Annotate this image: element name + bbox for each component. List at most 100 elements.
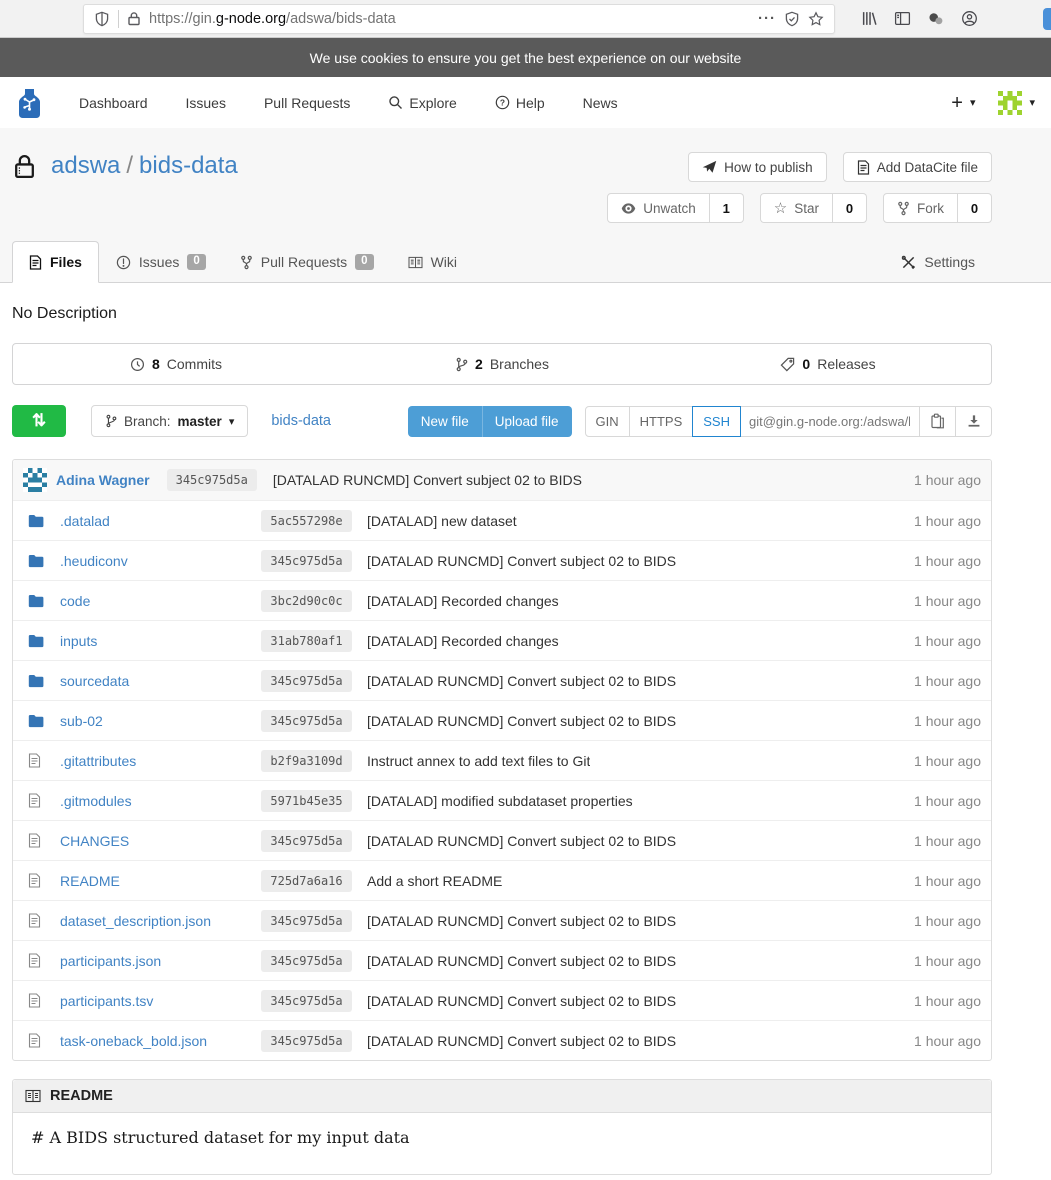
file-row: .gitattributes b2f9a3109d Instruct annex… [13,740,991,780]
file-commit-hash-badge[interactable]: 725d7a6a16 [261,870,351,892]
file-name-link[interactable]: code [60,593,258,609]
file-name-link[interactable]: participants.json [60,953,258,969]
file-commit-message[interactable]: Add a short README [367,873,502,889]
file-commit-hash-badge[interactable]: 3bc2d90c0c [261,590,351,612]
branches-stat[interactable]: 2Branches [339,356,665,372]
copy-clone-url-button[interactable] [919,406,956,437]
tab-issues[interactable]: Issues 0 [99,241,223,283]
file-commit-hash-badge[interactable]: 31ab780af1 [261,630,351,652]
fork-count[interactable]: 0 [958,193,992,223]
unwatch-button[interactable]: Unwatch [607,193,710,223]
file-commit-hash-badge[interactable]: 345c975d5a [261,990,351,1012]
commit-message[interactable]: [DATALAD RUNCMD] Convert subject 02 to B… [273,472,582,488]
file-commit-message[interactable]: [DATALAD] modified subdataset properties [367,793,633,809]
file-commit-hash-badge[interactable]: 345c975d5a [261,710,351,732]
repo-name-link[interactable]: bids-data [139,152,238,179]
download-button[interactable] [955,406,992,437]
tab-wiki[interactable]: Wiki [391,241,474,283]
file-commit-message[interactable]: [DATALAD] new dataset [367,513,517,529]
file-commit-hash-badge[interactable]: 5971b45e35 [261,790,351,812]
protocol-ssh-button[interactable]: SSH [692,406,741,437]
user-avatar[interactable] [998,91,1022,115]
new-file-button[interactable]: New file [408,406,482,437]
lock-icon[interactable] [127,11,141,26]
file-name-link[interactable]: CHANGES [60,833,258,849]
file-name-link[interactable]: .gitattributes [60,753,258,769]
file-commit-hash-badge[interactable]: 345c975d5a [261,910,351,932]
file-commit-message[interactable]: [DATALAD] Recorded changes [367,593,559,609]
extension-spheres-icon[interactable] [927,10,945,28]
file-name-link[interactable]: .datalad [60,513,258,529]
file-commit-message[interactable]: [DATALAD] Recorded changes [367,633,559,649]
page-actions-icon[interactable]: ··· [758,10,776,27]
commit-author-link[interactable]: Adina Wagner [56,472,150,488]
nav-item-help[interactable]: ? Help [495,95,545,111]
nav-item-dashboard[interactable]: Dashboard [79,95,148,111]
fork-button[interactable]: Fork [883,193,958,223]
history-icon [130,357,145,372]
star-button[interactable]: ☆ Star [760,193,833,223]
url-bar[interactable]: https://gin.g-node.org/adswa/bids-data ·… [83,4,835,34]
protocol-https-button[interactable]: HTTPS [629,406,694,437]
file-commit-hash-badge[interactable]: 345c975d5a [261,550,351,572]
compare-button[interactable]: ⇅ [12,405,66,437]
file-commit-hash-badge[interactable]: b2f9a3109d [261,750,351,772]
file-commit-hash-badge[interactable]: 5ac557298e [261,510,351,532]
file-commit-message[interactable]: Instruct annex to add text files to Git [367,753,590,769]
tab-files[interactable]: Files [12,241,99,283]
commit-hash-badge[interactable]: 345c975d5a [167,469,257,491]
tab-pull-requests[interactable]: Pull Requests 0 [223,241,391,283]
user-menu-caret-icon[interactable]: ▾ [1029,96,1035,109]
file-commit-message[interactable]: [DATALAD RUNCMD] Convert subject 02 to B… [367,553,676,569]
protocol-gin-button[interactable]: GIN [585,406,630,437]
file-name-link[interactable]: .heudiconv [60,553,258,569]
file-commit-message[interactable]: [DATALAD RUNCMD] Convert subject 02 to B… [367,833,676,849]
new-repo-caret-icon[interactable]: ▾ [970,96,976,109]
star-count[interactable]: 0 [833,193,867,223]
repo-path-link[interactable]: bids-data [271,413,331,429]
nav-item-issues[interactable]: Issues [186,95,226,111]
tracking-shield-icon[interactable] [94,11,110,27]
bookmark-star-icon[interactable] [808,11,824,27]
how-to-publish-button[interactable]: How to publish [688,152,827,182]
file-commit-hash-badge[interactable]: 345c975d5a [261,670,351,692]
file-name-link[interactable]: sourcedata [60,673,258,689]
file-commit-hash-badge[interactable]: 345c975d5a [261,950,351,972]
readme-panel: README # A BIDS structured dataset for m… [12,1079,992,1175]
nav-item-explore[interactable]: Explore [388,95,456,111]
nav-item-news[interactable]: News [583,95,618,111]
file-commit-message[interactable]: [DATALAD RUNCMD] Convert subject 02 to B… [367,953,676,969]
library-icon[interactable] [861,10,878,27]
file-commit-message[interactable]: [DATALAD RUNCMD] Convert subject 02 to B… [367,913,676,929]
file-icon [28,993,41,1008]
file-commit-message[interactable]: [DATALAD RUNCMD] Convert subject 02 to B… [367,713,676,729]
shield-check-icon[interactable] [784,11,800,27]
file-name-link[interactable]: sub-02 [60,713,258,729]
file-name-link[interactable]: .gitmodules [60,793,258,809]
upload-file-button[interactable]: Upload file [482,406,572,437]
clone-url-input[interactable] [740,406,920,437]
file-commit-hash-badge[interactable]: 345c975d5a [261,830,351,852]
releases-stat[interactable]: 0Releases [665,356,991,372]
add-datacite-button[interactable]: Add DataCite file [843,152,992,182]
repo-owner-link[interactable]: adswa [51,152,120,179]
file-commit-message[interactable]: [DATALAD RUNCMD] Convert subject 02 to B… [367,673,676,689]
new-repo-plus-icon[interactable]: + [951,93,963,113]
file-commit-message[interactable]: [DATALAD RUNCMD] Convert subject 02 to B… [367,993,676,1009]
file-commit-hash-badge[interactable]: 345c975d5a [261,1030,351,1052]
commit-author-avatar[interactable] [23,468,47,492]
sidebar-icon[interactable] [894,10,911,27]
account-icon[interactable] [961,10,978,27]
file-name-link[interactable]: dataset_description.json [60,913,258,929]
file-commit-message[interactable]: [DATALAD RUNCMD] Convert subject 02 to B… [367,1033,676,1049]
branch-dropdown[interactable]: Branch: master ▾ [91,405,248,437]
gin-logo-icon[interactable] [16,88,43,118]
file-name-link[interactable]: task-oneback_bold.json [60,1033,258,1049]
file-name-link[interactable]: inputs [60,633,258,649]
watch-count[interactable]: 1 [710,193,744,223]
commits-stat[interactable]: 8Commits [13,356,339,372]
nav-item-pull-requests[interactable]: Pull Requests [264,95,350,111]
tab-settings[interactable]: Settings [884,241,992,283]
file-name-link[interactable]: participants.tsv [60,993,258,1009]
file-name-link[interactable]: README [60,873,258,889]
